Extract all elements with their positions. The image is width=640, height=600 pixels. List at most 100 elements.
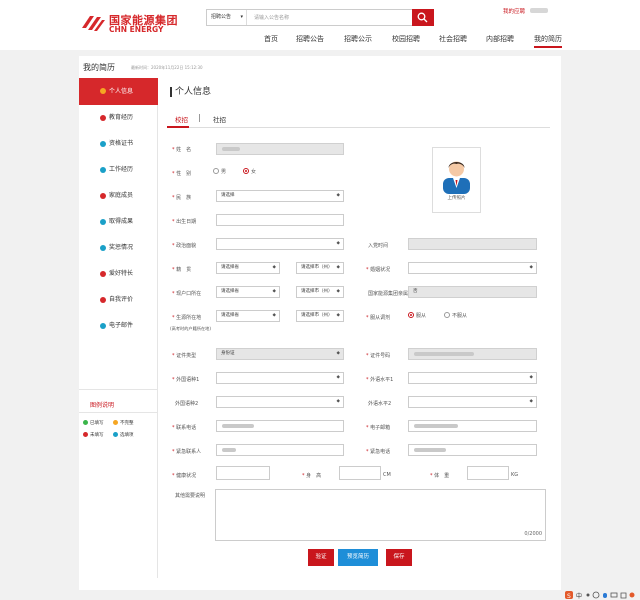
emergency-contact-label: * 紧急联系人 [172, 449, 202, 455]
birth-date-field[interactable] [216, 214, 344, 226]
name-field[interactable] [216, 143, 344, 155]
status-optional-icon [100, 141, 106, 147]
sidebar-item-work-experience[interactable]: 工作经历 [79, 160, 158, 180]
resume-sidebar: 个人信息 教育经历 资格证书 工作经历 家庭成员 取得成果 奖惩情况 爱好特长 … [79, 78, 158, 578]
tab-social[interactable]: 社招 [213, 114, 226, 124]
tab-active-indicator [167, 126, 189, 128]
nav-campus-recruit[interactable]: 校园招聘 [392, 34, 420, 48]
photo-upload[interactable]: 上传照片 [432, 147, 481, 213]
health-field[interactable] [216, 466, 270, 480]
hukou-city-select[interactable]: 请选择市（州） ◆ [296, 286, 344, 298]
lang2-label: 外国语种2 [175, 401, 199, 407]
chevron-down-icon: ◆ [336, 313, 340, 318]
lang2-select[interactable]: ◆ [216, 396, 344, 408]
sidebar-item-hobbies[interactable]: 爱好特长 [79, 264, 158, 284]
status-optional-icon [100, 219, 106, 225]
redacted-value [414, 352, 474, 356]
sidebar-item-personal-info[interactable]: 个人信息 [79, 78, 158, 105]
birthplace-city-select[interactable]: 请选择市（州） ◆ [296, 310, 344, 322]
nav-recruit-publicity[interactable]: 招聘公示 [344, 34, 372, 48]
sidebar-item-self-evaluation[interactable]: 自我评价 [79, 290, 158, 310]
search-button[interactable] [412, 9, 434, 26]
party-time-field[interactable] [408, 238, 537, 250]
hukou-province-select[interactable]: 请选择省 ◆ [216, 286, 280, 298]
nav-social-recruit[interactable]: 社会招聘 [439, 34, 467, 48]
search-category-value: 招聘公告 [211, 14, 232, 20]
redacted-value [414, 448, 446, 452]
political-select[interactable]: ◆ [216, 238, 344, 250]
radio-checked-icon [243, 167, 249, 174]
gender-male-radio[interactable]: 男 [213, 167, 226, 175]
status-unfilled-icon [100, 115, 106, 121]
status-optional-icon [100, 245, 106, 251]
update-time: 最新时间：2020年11月22日 15:12:30 [131, 65, 203, 70]
sidebar-item-education[interactable]: 教育经历 [79, 108, 158, 128]
legend: 图例说明 已填写 不完整 未填写 选填项 [79, 389, 158, 459]
user-name-blurred[interactable] [530, 8, 548, 13]
sidebar-item-family[interactable]: 家庭成员 [79, 186, 158, 206]
sidebar-item-certificates[interactable]: 资格证书 [79, 134, 158, 154]
chevron-down-icon: ◆ [336, 265, 340, 270]
nav-internal-recruit[interactable]: 内部招聘 [486, 34, 514, 48]
id-type-select[interactable]: 身份证 ◆ [216, 348, 344, 360]
origin-province-select[interactable]: 请选择省 ◆ [216, 262, 280, 274]
status-unfilled-icon [100, 271, 106, 277]
search-category-select[interactable]: 招聘公告 ▾ [207, 10, 247, 25]
origin-city-select[interactable]: 请选择市（州） ◆ [296, 262, 344, 274]
preview-resume-button[interactable]: 预览简历 [338, 549, 378, 566]
save-button[interactable]: 保存 [386, 549, 412, 566]
input-method-tray-icon[interactable]: S 中 [565, 590, 640, 600]
logo[interactable]: 国家能源集团 CHN ENERGY [80, 10, 180, 36]
nav-my-resume[interactable]: 我的简历 [534, 34, 562, 48]
radio-icon [213, 167, 219, 174]
sidebar-item-achievements[interactable]: 取得成果 [79, 212, 158, 232]
lang2-level-select[interactable]: ◆ [408, 396, 537, 408]
select-value: 请选择省 [221, 313, 239, 318]
emergency-contact-field[interactable] [216, 444, 344, 456]
adjust-yes-radio[interactable]: 服从 [408, 311, 426, 319]
chevron-down-icon: ◆ [272, 265, 276, 270]
marital-label: * 婚姻状况 [366, 267, 391, 273]
page-title: 我的简历 [83, 63, 115, 72]
height-field[interactable] [339, 466, 381, 480]
nav-recruit-notice[interactable]: 招聘公告 [296, 34, 324, 48]
relative-field[interactable]: 否 [408, 286, 537, 298]
my-applications-link[interactable]: 我的应聘 [503, 7, 525, 15]
nav-home[interactable]: 首页 [264, 34, 278, 48]
gender-female-radio[interactable]: 女 [243, 167, 256, 175]
sidebar-item-label: 教育经历 [109, 114, 134, 121]
sidebar-item-label: 个人信息 [109, 88, 134, 95]
adjust-no-radio[interactable]: 不服从 [444, 311, 467, 319]
sidebar-item-label: 工作经历 [109, 166, 134, 173]
lang1-level-select[interactable]: ◆ [408, 372, 537, 384]
chevron-down-icon: ◆ [529, 399, 533, 404]
sidebar-item-label: 家庭成员 [109, 192, 134, 199]
weight-field[interactable] [467, 466, 509, 480]
ethnicity-select[interactable]: 请选择 ◆ [216, 190, 344, 202]
id-number-field[interactable] [408, 348, 537, 360]
char-counter: 0/2000 [524, 531, 542, 537]
search-input[interactable] [251, 10, 411, 25]
marital-select[interactable]: ◆ [408, 262, 537, 274]
relative-label: 国家能源集团亲属 [368, 291, 409, 297]
page: 国家能源集团 CHN ENERGY 招聘公告 ▾ 我的应聘 首页 招聘公告 招聘… [0, 0, 640, 600]
sidebar-item-email[interactable]: 电子邮件 [79, 316, 158, 336]
status-optional-icon [100, 167, 106, 173]
radio-checked-icon [408, 311, 414, 318]
emergency-phone-field[interactable] [408, 444, 537, 456]
legend-filled: 已填写 [83, 420, 104, 426]
sidebar-item-label: 奖惩情况 [109, 244, 134, 251]
tab-campus[interactable]: 校招 [175, 114, 188, 124]
email-field[interactable] [408, 420, 537, 432]
verify-button[interactable]: 验证 [308, 549, 334, 566]
sidebar-item-rewards[interactable]: 奖惩情况 [79, 238, 158, 258]
redacted-value [222, 147, 240, 151]
height-unit: CM [383, 472, 391, 478]
notes-textarea[interactable]: 0/2000 [215, 489, 546, 541]
id-type-label: * 证件类型 [172, 353, 197, 359]
phone-field[interactable] [216, 420, 344, 432]
birthplace-note: (高考时的户籍所在地) [170, 326, 211, 331]
birthplace-province-select[interactable]: 请选择省 ◆ [216, 310, 280, 322]
chevron-down-icon: ◆ [336, 351, 340, 356]
lang1-select[interactable]: ◆ [216, 372, 344, 384]
